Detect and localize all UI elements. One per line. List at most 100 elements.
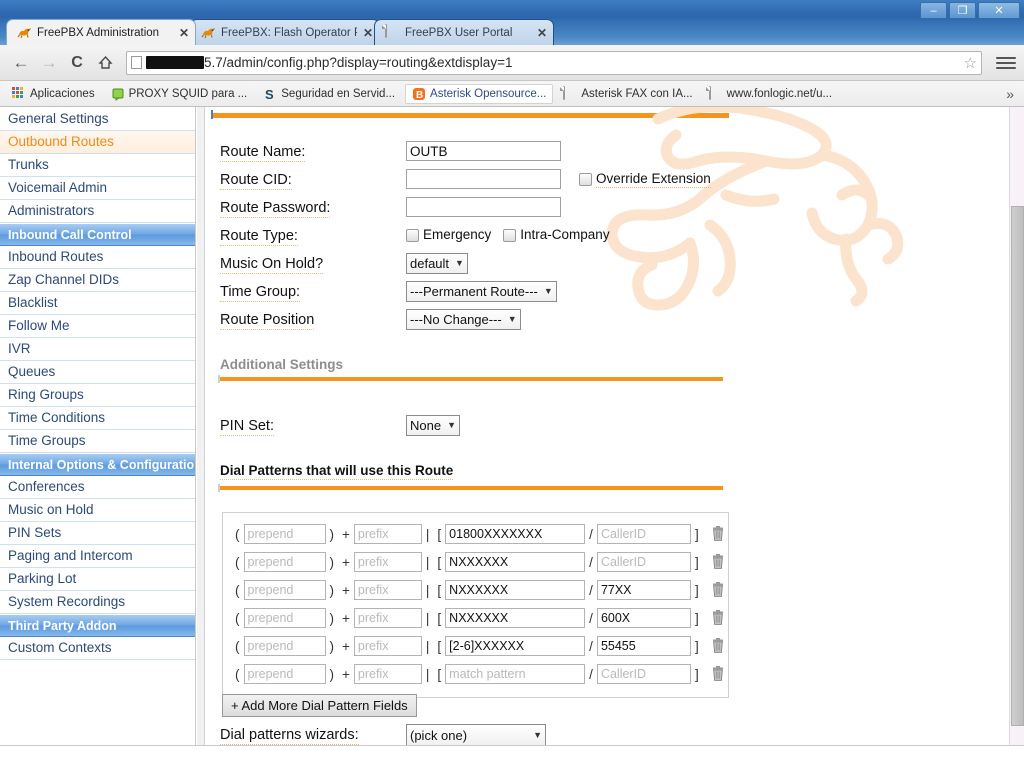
music-on-hold-select[interactable]: default ▼: [406, 252, 468, 274]
dial-patterns-heading: Dial Patterns that will use this Route: [220, 463, 454, 480]
time-group-row: Time Group: ---Permanent Route--- ▼: [220, 277, 780, 305]
sidebar-item-label: Inbound Call Control: [8, 228, 132, 242]
bookmark-aplicaciones[interactable]: Aplicaciones: [6, 85, 101, 103]
bookmark-seguridad-servidores[interactable]: S Seguridad en Servid...: [257, 85, 401, 103]
sidebar-item-ivr[interactable]: IVR: [0, 338, 195, 361]
page-scrollbar-thumb[interactable]: [1011, 206, 1024, 726]
bookmark-fonlogic[interactable]: www.fonlogic.net/u...: [703, 85, 838, 103]
prefix-input[interactable]: [353, 580, 422, 600]
tab-freepbx-administration[interactable]: FreePBX Administration ✕: [6, 19, 196, 45]
prepend-input[interactable]: [243, 552, 326, 572]
pin-set-select[interactable]: None ▼: [406, 414, 460, 436]
trash-icon[interactable]: [711, 526, 725, 542]
prefix-input[interactable]: [353, 636, 422, 656]
tab-flash-operator-panel[interactable]: FreePBX: Flash Operator P ✕: [190, 19, 380, 45]
gecko-icon: [201, 25, 216, 40]
bookmark-asterisk-fax[interactable]: Asterisk FAX con IA...: [557, 85, 698, 103]
callerid-input[interactable]: [596, 664, 691, 684]
sidebar-item-blacklist[interactable]: Blacklist: [0, 292, 195, 315]
match-pattern-input[interactable]: [445, 608, 586, 628]
bookmarks-overflow-icon[interactable]: »: [1006, 86, 1018, 102]
prepend-input[interactable]: [243, 636, 326, 656]
sidebar-item-custom-contexts[interactable]: Custom Contexts: [0, 637, 195, 660]
back-icon[interactable]: ←: [8, 50, 34, 76]
route-name-input[interactable]: [406, 141, 561, 161]
sidebar-item-voicemail-admin[interactable]: Voicemail Admin: [0, 177, 195, 200]
callerid-input[interactable]: [596, 524, 691, 544]
tab-freepbx-user-portal[interactable]: FreePBX User Portal ✕: [374, 19, 554, 45]
prefix-input[interactable]: [353, 524, 422, 544]
match-pattern-input[interactable]: [445, 580, 586, 600]
prepend-input[interactable]: [243, 608, 326, 628]
callerid-input[interactable]: [596, 580, 691, 600]
sidebar-item-outbound-routes[interactable]: Outbound Routes: [0, 131, 195, 154]
intra-company-checkbox[interactable]: [503, 228, 517, 242]
callerid-input[interactable]: [596, 608, 691, 628]
bookmark-label: PROXY SQUID para ...: [128, 87, 248, 100]
sidebar-header-third-party-addon[interactable]: Third Party Addon: [0, 614, 195, 637]
sidebar-item-parking-lot[interactable]: Parking Lot: [0, 568, 195, 591]
route-position-select[interactable]: ---No Change--- ▼: [406, 308, 521, 330]
close-paren: ): [329, 526, 335, 542]
match-pattern-input[interactable]: [445, 664, 586, 684]
address-bar[interactable]: 5.7/admin/config.php?display=routing&ext…: [126, 50, 982, 75]
sidebar-item-trunks[interactable]: Trunks: [0, 154, 195, 177]
trash-icon[interactable]: [711, 610, 725, 626]
route-password-input[interactable]: [406, 197, 561, 217]
forward-icon[interactable]: →: [36, 50, 62, 76]
trash-icon[interactable]: [711, 554, 725, 570]
tab-close-icon[interactable]: ✕: [363, 27, 373, 39]
trash-icon[interactable]: [711, 666, 725, 682]
sidebar-item-queues[interactable]: Queues: [0, 361, 195, 384]
trash-icon[interactable]: [711, 638, 725, 654]
chevron-down-icon: ▼: [543, 286, 553, 296]
prefix-input[interactable]: [353, 552, 422, 572]
sidebar-item-ring-groups[interactable]: Ring Groups: [0, 384, 195, 407]
dial-patterns-wizard-select[interactable]: (pick one) ▼: [406, 724, 546, 746]
tab-close-icon[interactable]: ✕: [179, 27, 189, 39]
add-more-dial-pattern-fields-button[interactable]: + Add More Dial Pattern Fields: [222, 694, 417, 717]
sidebar-header-inbound-call-control[interactable]: Inbound Call Control: [0, 223, 195, 246]
page-scrollbar[interactable]: [1009, 107, 1024, 745]
callerid-input[interactable]: [596, 636, 691, 656]
callerid-input[interactable]: [596, 552, 691, 572]
prepend-input[interactable]: [243, 664, 326, 684]
home-icon[interactable]: [92, 50, 118, 76]
tab-close-icon[interactable]: ✕: [537, 27, 547, 39]
route-cid-input[interactable]: [406, 169, 561, 189]
prepend-input[interactable]: [243, 580, 326, 600]
trash-icon[interactable]: [711, 582, 725, 598]
sidebar-item-follow-me[interactable]: Follow Me: [0, 315, 195, 338]
bookmark-star-icon[interactable]: ☆: [964, 54, 977, 72]
sidebar-item-administrators[interactable]: Administrators: [0, 200, 195, 223]
sidebar-item-label: System Recordings: [8, 594, 126, 609]
match-pattern-input[interactable]: [445, 552, 586, 572]
tab-title: FreePBX Administration: [37, 26, 160, 39]
time-group-select[interactable]: ---Permanent Route--- ▼: [406, 280, 557, 302]
prefix-input[interactable]: [353, 664, 422, 684]
emergency-checkbox[interactable]: [406, 228, 419, 242]
sidebar-item-time-groups[interactable]: Time Groups: [0, 430, 195, 453]
bookmark-asterisk-opensource[interactable]: B Asterisk Opensource...: [405, 83, 554, 104]
chrome-menu-icon[interactable]: [996, 56, 1016, 69]
svg-text:B: B: [416, 90, 423, 101]
slash-sign: /: [589, 554, 593, 570]
sidebar-item-time-conditions[interactable]: Time Conditions: [0, 407, 195, 430]
sidebar-item-inbound-routes[interactable]: Inbound Routes: [0, 246, 195, 269]
sidebar-item-zap-channel-dids[interactable]: Zap Channel DIDs: [0, 269, 195, 292]
sidebar-item-paging-and-intercom[interactable]: Paging and Intercom: [0, 545, 195, 568]
sidebar-header-internal-options[interactable]: Internal Options & Configuration: [0, 453, 195, 476]
sidebar-item-general-settings[interactable]: General Settings: [0, 108, 195, 131]
bookmark-proxy-squid[interactable]: PROXY SQUID para ...: [105, 85, 254, 103]
override-extension-checkbox[interactable]: [579, 172, 592, 186]
sidebar-item-system-recordings[interactable]: System Recordings: [0, 591, 195, 614]
additional-settings-heading: Additional Settings: [220, 357, 343, 372]
prepend-input[interactable]: [243, 524, 326, 544]
sidebar-item-music-on-hold[interactable]: Music on Hold: [0, 499, 195, 522]
sidebar-item-conferences[interactable]: Conferences: [0, 476, 195, 499]
reload-icon[interactable]: C: [64, 50, 90, 76]
sidebar-item-pin-sets[interactable]: PIN Sets: [0, 522, 195, 545]
prefix-input[interactable]: [353, 608, 422, 628]
match-pattern-input[interactable]: [445, 524, 586, 544]
match-pattern-input[interactable]: [445, 636, 586, 656]
